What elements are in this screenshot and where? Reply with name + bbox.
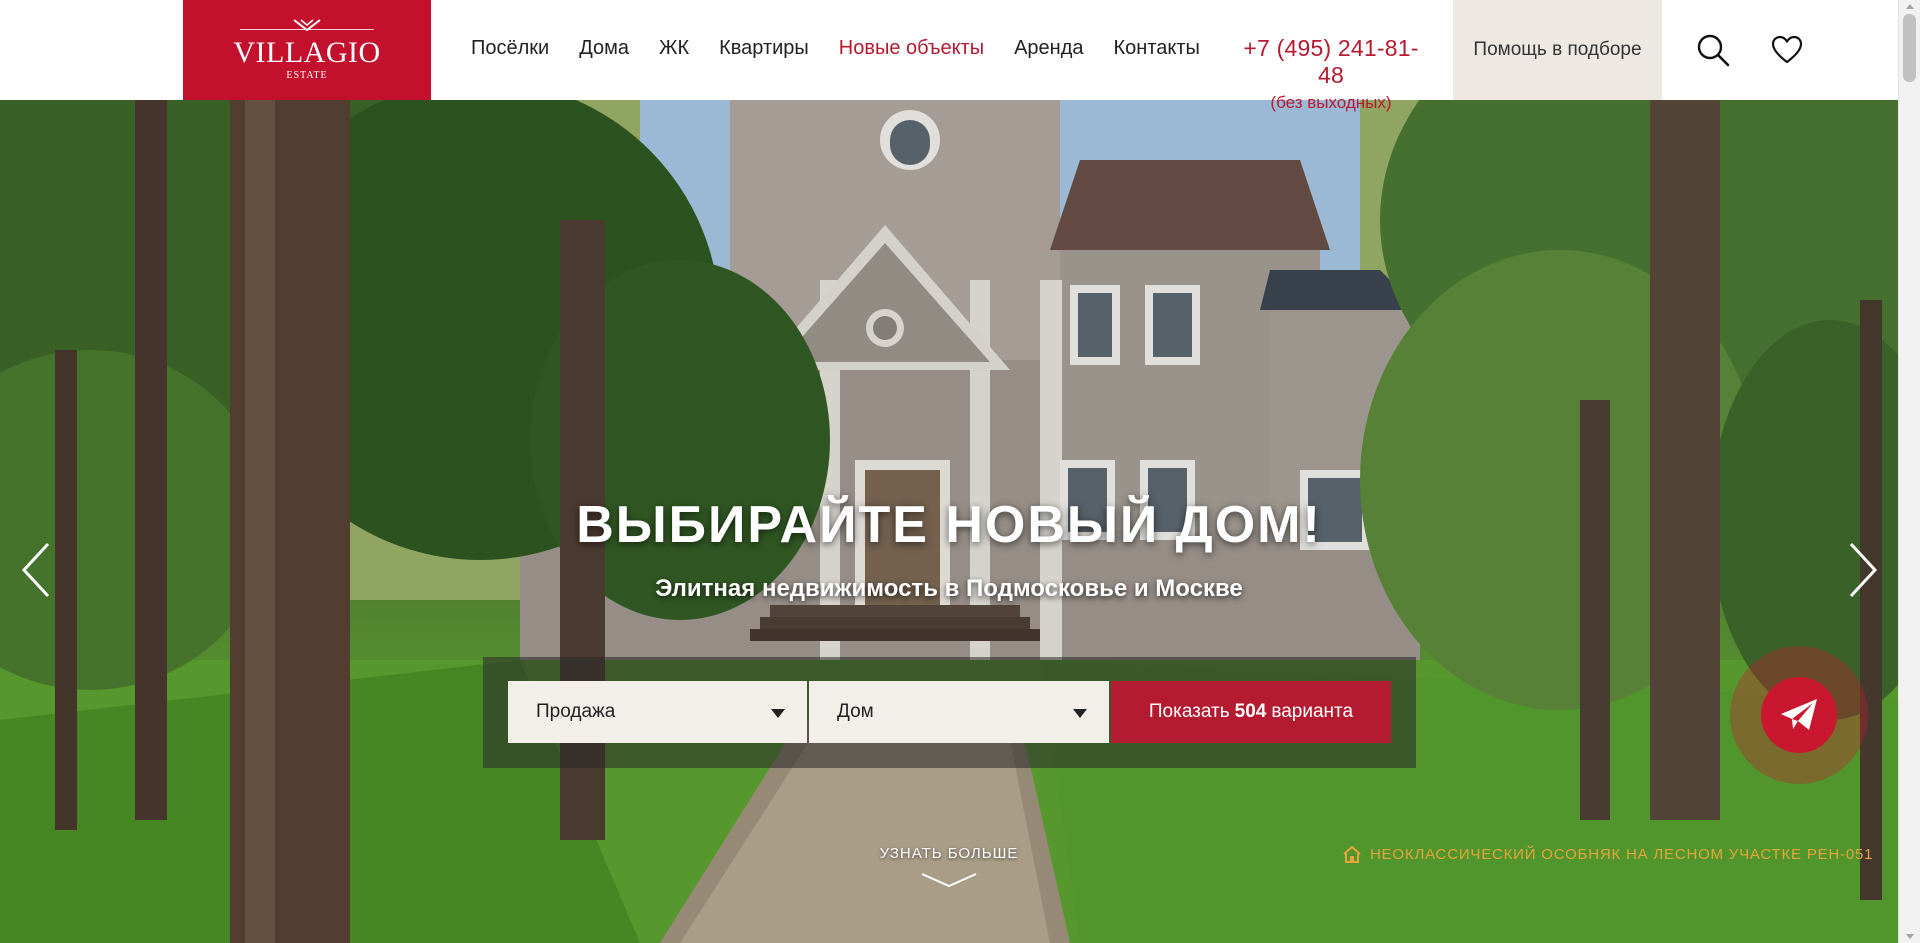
scrollbar-thumb[interactable] xyxy=(1903,14,1916,82)
nav-item-settlements[interactable]: Посёлки xyxy=(471,37,549,60)
hero-subtitle: Элитная недвижимость в Подмосковье и Мос… xyxy=(655,575,1243,602)
page-scrollbar[interactable] xyxy=(1898,0,1920,943)
favorites-button[interactable] xyxy=(1767,30,1807,70)
object-type-value: Дом xyxy=(837,701,874,722)
search-form: Продажа Дом Показать 504 варианта xyxy=(483,657,1416,768)
show-results-button[interactable]: Показать 504 варианта xyxy=(1111,681,1391,743)
nav-item-contacts[interactable]: Контакты xyxy=(1114,37,1200,60)
phone-link[interactable]: +7 (495) 241-81-48 xyxy=(1231,35,1431,89)
heart-icon xyxy=(1771,35,1803,64)
house-icon xyxy=(1343,845,1361,863)
show-results-suffix: варианта xyxy=(1271,701,1354,722)
hero-slider: ВЫБИРАЙТЕ НОВЫЙ ДОМ! Элитная недвижимост… xyxy=(0,100,1898,943)
search-button[interactable] xyxy=(1693,30,1733,70)
nav-item-rent[interactable]: Аренда xyxy=(1014,37,1083,60)
nav-item-residential-complexes[interactable]: ЖК xyxy=(659,37,689,60)
site-header: VILLAGIO ESTATE Посёлки Дома ЖК Квартиры… xyxy=(0,0,1898,112)
results-count: 504 xyxy=(1234,701,1267,722)
caret-down-icon xyxy=(1073,709,1087,718)
deal-type-select[interactable]: Продажа xyxy=(508,681,807,743)
telegram-contact-button[interactable] xyxy=(1730,646,1868,784)
logo[interactable]: VILLAGIO ESTATE xyxy=(183,0,431,100)
object-type-select[interactable]: Дом xyxy=(809,681,1109,743)
nav-item-houses[interactable]: Дома xyxy=(579,37,629,60)
chevron-down-icon[interactable] xyxy=(920,872,978,888)
slide-caption-text: НЕОКЛАССИЧЕСКИЙ ОСОБНЯК НА ЛЕСНОМ УЧАСТК… xyxy=(1370,845,1874,863)
show-results-prefix: Показать xyxy=(1148,701,1230,722)
logo-divider xyxy=(240,29,306,30)
slide-caption-link[interactable]: НЕОКЛАССИЧЕСКИЙ ОСОБНЯК НА ЛЕСНОМ УЧАСТК… xyxy=(1342,845,1873,863)
logo-divider xyxy=(308,29,374,30)
learn-more-link[interactable]: УЗНАТЬ БОЛЬШЕ xyxy=(849,845,1049,862)
logo-title: VILLAGIO xyxy=(233,36,381,69)
logo-subtitle: ESTATE xyxy=(286,70,328,81)
scroll-up-icon[interactable] xyxy=(1906,4,1914,9)
deal-type-value: Продажа xyxy=(536,701,616,722)
paper-plane-icon xyxy=(1781,699,1817,730)
phone-block: +7 (495) 241-81-48 (без выходных) xyxy=(1231,35,1431,113)
telegram-button-core xyxy=(1761,677,1837,753)
caret-down-icon xyxy=(771,709,785,718)
nav-item-apartments[interactable]: Квартиры xyxy=(719,37,809,60)
scroll-down-icon[interactable] xyxy=(1906,934,1914,939)
hero-title: ВЫБИРАЙТЕ НОВЫЙ ДОМ! xyxy=(576,496,1322,554)
search-icon xyxy=(1697,34,1730,67)
help-selection-button[interactable]: Помощь в подборе xyxy=(1453,0,1662,100)
phone-note: (без выходных) xyxy=(1270,93,1392,112)
nav-item-new-objects[interactable]: Новые объекты xyxy=(839,37,984,60)
main-nav: Посёлки Дома ЖК Квартиры Новые объекты А… xyxy=(471,37,1230,60)
